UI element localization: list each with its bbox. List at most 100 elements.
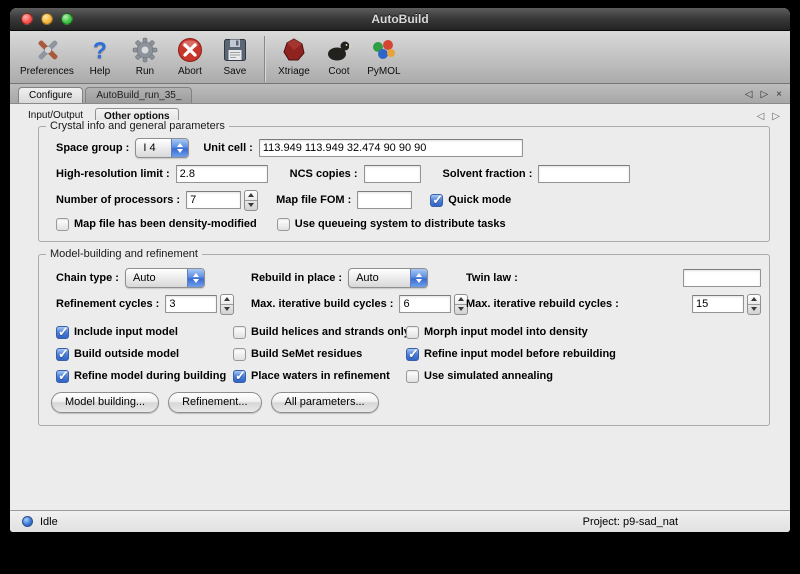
map-file-fom-input[interactable] bbox=[357, 191, 412, 209]
refine-during-building-checkbox[interactable]: Refine model during building bbox=[56, 370, 226, 383]
rebuild-in-place-value: Auto bbox=[356, 272, 379, 284]
checkbox-unchecked-icon bbox=[277, 218, 290, 231]
tab-configure[interactable]: Configure bbox=[18, 87, 83, 103]
space-group-value: I 4 bbox=[143, 142, 155, 154]
max-rebuild-cycles-label: Max. iterative rebuild cycles : bbox=[466, 298, 619, 310]
toolbar-button-xtriage[interactable]: Xtriage bbox=[275, 35, 313, 77]
toolbar-button-preferences[interactable]: Preferences bbox=[20, 35, 74, 77]
project-label: Project: p9-sad_nat bbox=[583, 516, 678, 528]
tab-autobuild-run[interactable]: AutoBuild_run_35_ bbox=[85, 87, 192, 103]
close-window-button[interactable] bbox=[21, 13, 33, 25]
toolbar-label: Save bbox=[224, 66, 247, 77]
group-title: Model-building and refinement bbox=[46, 248, 202, 260]
status-bar: Idle Project: p9-sad_nat bbox=[10, 510, 790, 532]
unit-cell-label: Unit cell : bbox=[203, 142, 253, 154]
tab-close-icon[interactable]: × bbox=[776, 89, 782, 100]
space-group-label: Space group : bbox=[56, 142, 129, 154]
minimize-window-button[interactable] bbox=[41, 13, 53, 25]
build-helices-strands-checkbox[interactable]: Build helices and strands only bbox=[233, 326, 410, 339]
model-building-button[interactable]: Model building... bbox=[51, 392, 159, 413]
zoom-window-button[interactable] bbox=[61, 13, 73, 25]
all-parameters-button[interactable]: All parameters... bbox=[271, 392, 379, 413]
refine-input-model-checkbox[interactable]: Refine input model before rebuilding bbox=[406, 348, 616, 361]
checkbox-label: Build outside model bbox=[74, 348, 179, 360]
checkbox-checked-icon bbox=[406, 348, 419, 361]
solvent-fraction-input[interactable] bbox=[538, 165, 630, 183]
group-title: Crystal info and general parameters bbox=[46, 120, 229, 132]
toolbar-label: Preferences bbox=[20, 66, 74, 77]
place-waters-checkbox[interactable]: Place waters in refinement bbox=[233, 370, 390, 383]
twin-law-input[interactable] bbox=[683, 269, 761, 287]
model-building-group: Model-building and refinement Chain type… bbox=[38, 254, 770, 426]
popup-arrows-icon bbox=[187, 269, 204, 287]
toolbar-label: PyMOL bbox=[367, 66, 400, 77]
toolbar-separator bbox=[264, 36, 265, 82]
model-checkbox-row-2: Build outside model Build SeMet residues… bbox=[39, 345, 769, 363]
queueing-system-checkbox[interactable]: Use queueing system to distribute tasks bbox=[277, 218, 506, 231]
processors-label: Number of processors : bbox=[56, 194, 180, 206]
pymol-icon bbox=[371, 35, 397, 65]
high-resolution-input[interactable] bbox=[176, 165, 268, 183]
space-group-row: Space group : I 4 Unit cell : bbox=[39, 137, 769, 159]
chain-type-dropdown[interactable]: Auto bbox=[125, 268, 205, 288]
max-build-cycles-input[interactable] bbox=[399, 295, 451, 313]
build-outside-model-checkbox[interactable]: Build outside model bbox=[56, 348, 179, 361]
checkbox-checked-icon bbox=[233, 370, 246, 383]
processors-input[interactable] bbox=[186, 191, 241, 209]
save-floppy-icon bbox=[223, 35, 247, 65]
toolbar-label: Run bbox=[136, 66, 154, 77]
checkbox-unchecked-icon bbox=[233, 326, 246, 339]
model-checkbox-row-3: Refine model during building Place water… bbox=[39, 367, 769, 385]
checkbox-label: Refine input model before rebuilding bbox=[424, 348, 616, 360]
quick-mode-checkbox[interactable]: Quick mode bbox=[430, 194, 511, 207]
popup-arrows-icon bbox=[171, 139, 188, 157]
map-file-fom-label: Map file FOM : bbox=[276, 194, 351, 206]
refinement-cycles-stepper[interactable] bbox=[220, 294, 234, 315]
preferences-icon bbox=[33, 35, 61, 65]
include-input-model-checkbox[interactable]: Include input model bbox=[56, 326, 178, 339]
configure-panel: Input/Output Other options ◁ ▷ Crystal i… bbox=[10, 104, 790, 510]
sub-tab-prev-icon[interactable]: ◁ bbox=[757, 111, 765, 122]
build-semet-residues-checkbox[interactable]: Build SeMet residues bbox=[233, 348, 362, 361]
space-group-dropdown[interactable]: I 4 bbox=[135, 138, 189, 158]
max-rebuild-cycles-input[interactable] bbox=[692, 295, 744, 313]
tab-nav-controls: ◁ ▷ × bbox=[745, 89, 782, 103]
simulated-annealing-checkbox[interactable]: Use simulated annealing bbox=[406, 370, 553, 383]
coot-bird-icon bbox=[325, 35, 353, 65]
xtriage-icon bbox=[281, 35, 307, 65]
checkbox-label: Build SeMet residues bbox=[251, 348, 362, 360]
checkbox-checked-icon bbox=[56, 348, 69, 361]
toolbar-button-coot[interactable]: Coot bbox=[320, 35, 358, 77]
status-idle-icon bbox=[22, 516, 33, 527]
processors-stepper[interactable] bbox=[244, 190, 258, 211]
toolbar-button-run[interactable]: Run bbox=[126, 35, 164, 77]
checkbox-label: Refine model during building bbox=[74, 370, 226, 382]
toolbar-label: Abort bbox=[178, 66, 202, 77]
chain-type-row: Chain type : Auto Rebuild in place : Aut… bbox=[39, 267, 769, 289]
checkbox-label: Quick mode bbox=[448, 194, 511, 206]
toolbar: Preferences ? Help Run bbox=[10, 31, 790, 84]
max-build-cycles-label: Max. iterative build cycles : bbox=[251, 298, 393, 310]
toolbar-button-save[interactable]: Save bbox=[216, 35, 254, 77]
morph-input-model-checkbox[interactable]: Morph input model into density bbox=[406, 326, 588, 339]
status-text: Idle bbox=[40, 516, 58, 528]
checkbox-label: Morph input model into density bbox=[424, 326, 588, 338]
tab-next-icon[interactable]: ▷ bbox=[760, 89, 768, 100]
tab-prev-icon[interactable]: ◁ bbox=[745, 89, 753, 100]
crystal-checkbox-row: Map file has been density-modified Use q… bbox=[39, 215, 769, 233]
density-modified-checkbox[interactable]: Map file has been density-modified bbox=[56, 218, 257, 231]
ncs-copies-input[interactable] bbox=[364, 165, 421, 183]
rebuild-in-place-dropdown[interactable]: Auto bbox=[348, 268, 428, 288]
toolbar-button-abort[interactable]: Abort bbox=[171, 35, 209, 77]
toolbar-button-help[interactable]: ? Help bbox=[81, 35, 119, 77]
refinement-button[interactable]: Refinement... bbox=[168, 392, 261, 413]
toolbar-button-pymol[interactable]: PyMOL bbox=[365, 35, 403, 77]
crystal-info-group: Crystal info and general parameters Spac… bbox=[38, 126, 770, 242]
titlebar[interactable]: AutoBuild bbox=[10, 8, 790, 31]
unit-cell-input[interactable] bbox=[259, 139, 523, 157]
refinement-cycles-input[interactable] bbox=[165, 295, 217, 313]
abort-icon bbox=[177, 35, 203, 65]
max-rebuild-cycles-stepper[interactable] bbox=[747, 294, 761, 315]
sub-tab-next-icon[interactable]: ▷ bbox=[772, 111, 780, 122]
refinement-cycles-label: Refinement cycles : bbox=[56, 298, 159, 310]
